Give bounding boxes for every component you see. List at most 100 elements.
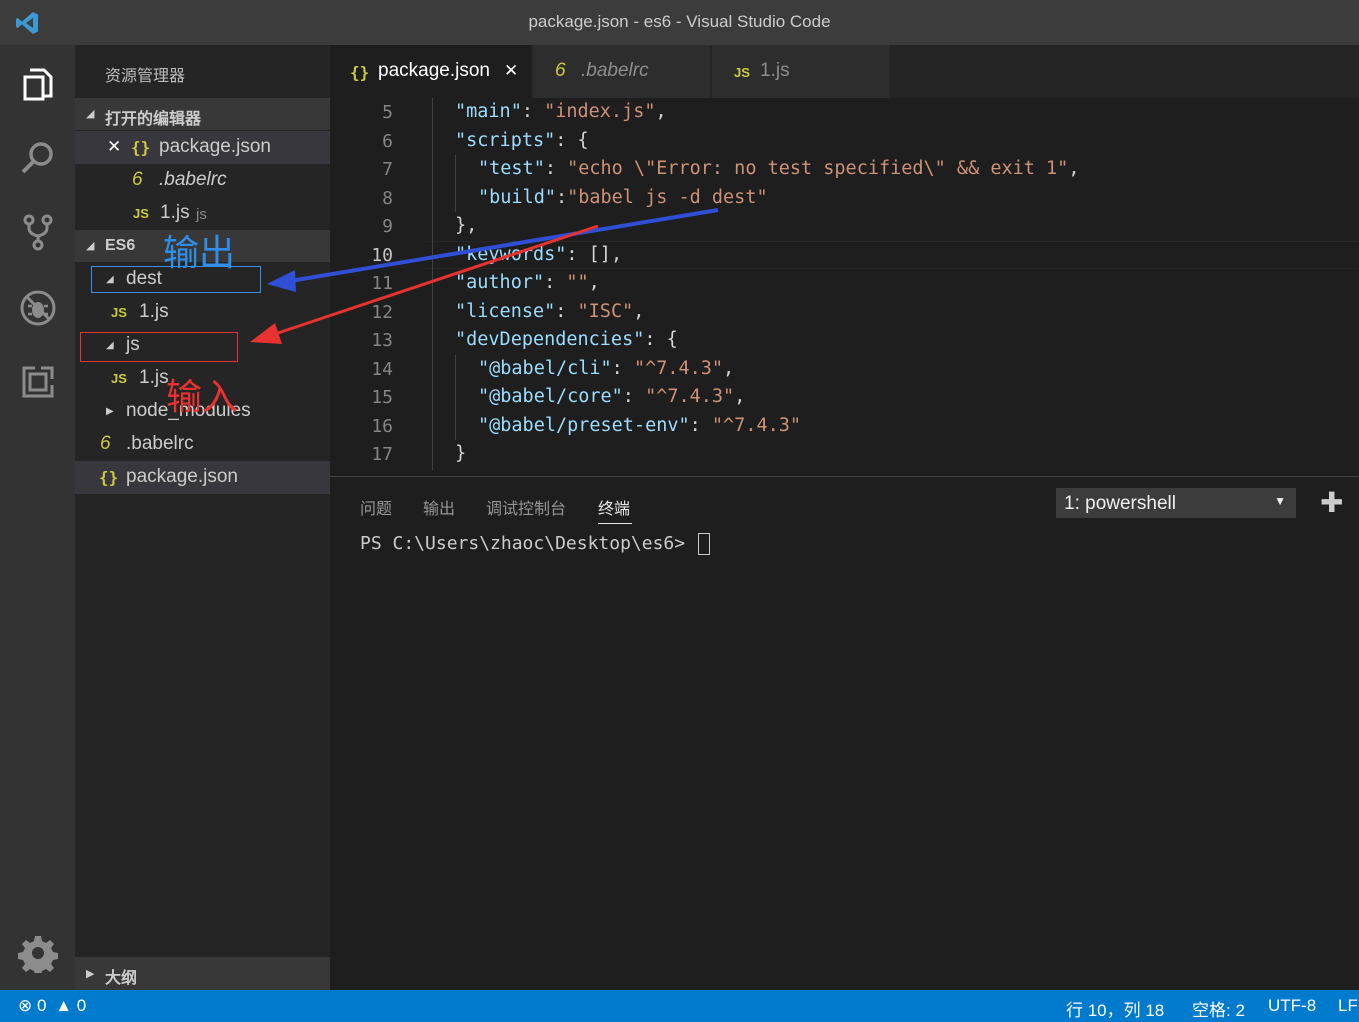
line-number: 15 xyxy=(371,387,393,408)
expand-icon: ▶ xyxy=(106,406,114,417)
file-name: 1.js xyxy=(139,301,169,322)
code-token-tail: , xyxy=(734,386,746,407)
tab-debug-console[interactable]: 调试控制台 xyxy=(486,495,566,519)
code-token-tail: , xyxy=(723,357,735,379)
file-name: .babelrc xyxy=(159,169,227,190)
babel-file-icon: 6 xyxy=(555,60,566,81)
tab-problems[interactable]: 问题 xyxy=(360,495,392,519)
tab-label: .babelrc xyxy=(581,60,649,81)
eol-status[interactable]: LF xyxy=(1338,996,1358,1016)
code-token-sep: : xyxy=(555,186,568,208)
expand-icon: ▶ xyxy=(86,968,95,980)
code-token-key: "license" xyxy=(455,300,556,322)
explorer-sidebar: 资源管理器 ◢ 打开的编辑器 ✕ {} package.json 6 .babe… xyxy=(75,45,330,990)
warning-icon: ▲ xyxy=(55,996,73,1015)
tree-file-babelrc[interactable]: 6 .babelrc xyxy=(75,428,330,461)
explorer-title: 资源管理器 xyxy=(105,68,186,85)
code-token-tail: [], xyxy=(588,243,623,265)
close-icon[interactable]: ✕ xyxy=(107,137,121,157)
explorer-icon[interactable] xyxy=(0,54,75,114)
window-title: package.json - es6 - Visual Studio Code xyxy=(528,12,831,31)
indentation-status[interactable]: 空格: 2 xyxy=(1192,996,1245,1021)
new-terminal-button[interactable]: ✚ xyxy=(1320,489,1343,517)
code-line: "author": "", xyxy=(455,272,600,293)
line-number: 8 xyxy=(382,187,393,209)
code-token-key: "devDependencies" xyxy=(455,329,645,350)
code-token-sep: : xyxy=(622,386,646,407)
code-line: "test": "echo \"Error: no test specified… xyxy=(478,158,1079,179)
line-number: 7 xyxy=(382,159,393,180)
code-line: "devDependencies": { xyxy=(455,329,678,350)
code-token-tail: , xyxy=(633,300,645,322)
error-count: 0 xyxy=(36,996,47,1015)
code-token-tail: }, xyxy=(455,215,478,236)
open-editor-babelrc[interactable]: 6 .babelrc xyxy=(75,164,330,197)
code-line: }, xyxy=(455,215,477,236)
open-editors-title: 打开的编辑器 xyxy=(105,111,202,128)
cursor-position[interactable]: 行 10，列 18 xyxy=(1066,996,1164,1021)
babel-file-icon: 6 xyxy=(132,169,143,190)
terminal-select[interactable]: 1: powershell ▼ xyxy=(1056,488,1296,518)
code-token-val: "^7.4.3" xyxy=(633,357,724,379)
tree-file-dest-1-js[interactable]: JS 1.js xyxy=(75,296,330,329)
code-token-key: "keywords" xyxy=(455,243,567,265)
json-file-icon: {} xyxy=(350,63,370,82)
line-number: 13 xyxy=(371,330,393,351)
terminal-output[interactable]: PS C:\Users\zhaoc\Desktop\es6> xyxy=(360,533,710,555)
file-name: package.json xyxy=(126,466,238,487)
code-token-sep: : xyxy=(689,414,712,436)
code-token-tail: , xyxy=(1068,158,1080,179)
source-control-icon[interactable] xyxy=(0,202,75,262)
code-line: "keywords": [], xyxy=(455,244,622,265)
line-number: 9 xyxy=(382,216,393,237)
bottom-panel: 问题 输出 调试控制台 终端 1: powershell ▼ ✚ PS C:\U… xyxy=(330,476,1359,990)
problems-status[interactable]: ⊗ 0 ▲ 0 xyxy=(18,996,86,1016)
code-token-tail: , xyxy=(588,272,600,293)
code-token-sep: : xyxy=(544,272,567,293)
tab-babelrc[interactable]: 6 .babelrc xyxy=(533,45,711,98)
warning-count: 0 xyxy=(76,996,87,1015)
close-icon[interactable]: ✕ xyxy=(504,61,518,81)
encoding-status[interactable]: UTF-8 xyxy=(1268,996,1316,1016)
tab-package-json[interactable]: {} package.json ✕ xyxy=(330,45,532,98)
tab-output[interactable]: 输出 xyxy=(423,495,455,519)
code-token-sep: : xyxy=(566,243,589,265)
tab-1-js[interactable]: JS 1.js xyxy=(712,45,890,98)
code-token-val: "" xyxy=(566,272,589,293)
extensions-icon[interactable] xyxy=(0,352,75,412)
debug-icon[interactable] xyxy=(0,278,75,338)
code-token-val: "^7.4.3" xyxy=(645,386,735,407)
open-editor-package-json[interactable]: ✕ {} package.json xyxy=(75,131,330,164)
code-line: "@babel/preset-env": "^7.4.3" xyxy=(478,415,801,436)
input-folder-highlight-box xyxy=(80,332,238,362)
code-token-val: "ISC" xyxy=(577,300,634,322)
code-token-key: "main" xyxy=(455,101,522,122)
tab-terminal[interactable]: 终端 xyxy=(598,495,630,519)
terminal-prompt: PS C:\Users\zhaoc\Desktop\es6> xyxy=(360,533,696,554)
outline-title: 大纲 xyxy=(105,970,138,987)
js-file-icon: JS xyxy=(111,371,127,386)
code-token-tail: { xyxy=(666,329,678,350)
terminal-select-value: 1: powershell xyxy=(1064,493,1176,514)
outline-section-header[interactable]: ▶ 大纲 xyxy=(75,957,330,990)
indent-guide xyxy=(455,355,456,440)
error-icon: ⊗ xyxy=(18,996,33,1015)
code-token-val: "index.js" xyxy=(544,101,656,122)
code-line: } xyxy=(455,443,466,464)
code-token-sep: : xyxy=(544,158,568,179)
status-bar: ⊗ 0 ▲ 0 行 10，列 18 空格: 2 UTF-8 LF xyxy=(0,990,1359,1022)
code-token-key: "@babel/cli" xyxy=(478,357,612,379)
js-file-icon: JS xyxy=(111,305,127,320)
tree-file-package-json[interactable]: {} package.json xyxy=(75,461,330,494)
js-file-icon: JS xyxy=(734,65,750,80)
code-editor[interactable]: 5 6 7 8 9 10 11 12 13 14 15 16 17 "main": "index.js"… xyxy=(330,98,1359,476)
code-line: "build":"babel js -d dest" xyxy=(478,187,768,208)
active-tab-underline xyxy=(598,523,632,524)
search-icon[interactable] xyxy=(0,128,75,188)
line-number: 14 xyxy=(371,358,393,380)
settings-icon[interactable] xyxy=(0,923,75,983)
code-token-tail: , xyxy=(655,101,667,122)
collapse-icon: ◢ xyxy=(86,240,95,252)
code-token-key: "author" xyxy=(455,272,545,293)
open-editors-section-header[interactable]: ◢ 打开的编辑器 xyxy=(75,98,330,130)
